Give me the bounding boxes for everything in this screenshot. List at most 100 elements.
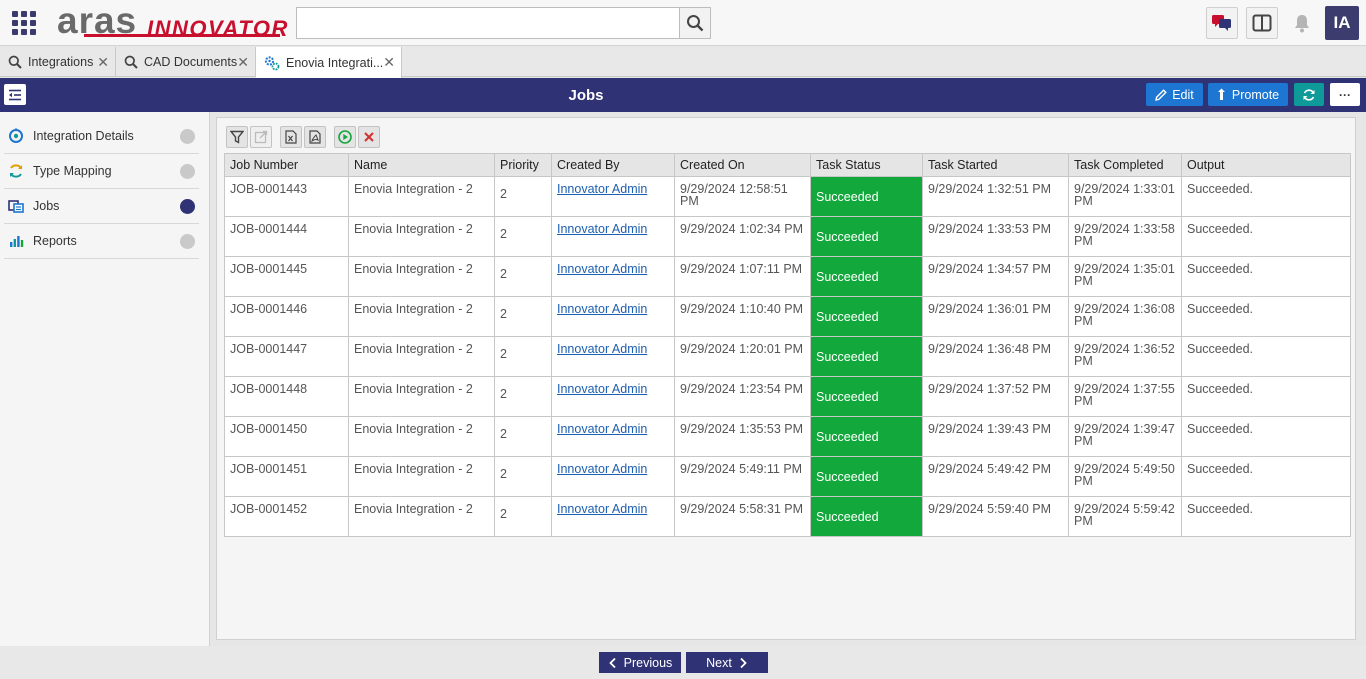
filter-button[interactable] [226, 126, 248, 148]
tab-bar: Integrations ✕ CAD Documents ✕ Enovia In… [0, 47, 1366, 78]
column-header-task-completed[interactable]: Task Completed [1068, 153, 1182, 177]
excel-file-icon [285, 130, 297, 144]
created-by-link[interactable]: Innovator Admin [557, 302, 647, 316]
column-header-priority[interactable]: Priority [494, 153, 552, 177]
column-header-output[interactable]: Output [1181, 153, 1351, 177]
tab-label: Enovia Integrati... [286, 55, 384, 70]
created-by-link[interactable]: Innovator Admin [557, 262, 647, 276]
close-icon[interactable]: ✕ [97, 54, 109, 71]
open-external-icon [254, 130, 268, 144]
cell-created-by: Innovator Admin [551, 216, 675, 257]
cell-output: Succeeded. [1181, 216, 1351, 257]
sidebar-item-integration-details[interactable]: Integration Details [4, 119, 199, 154]
sidebar-item-type-mapping[interactable]: Type Mapping [4, 154, 199, 189]
created-by-link[interactable]: Innovator Admin [557, 182, 647, 196]
created-by-link[interactable]: Innovator Admin [557, 342, 647, 356]
table-row[interactable]: JOB-0001447 Enovia Integration - 2 2 Inn… [224, 336, 1351, 377]
cell-priority: 2 [494, 456, 552, 497]
edit-button[interactable]: Edit [1146, 83, 1203, 106]
cell-output: Succeeded. [1181, 176, 1351, 217]
table-row[interactable]: JOB-0001452 Enovia Integration - 2 2 Inn… [224, 496, 1351, 537]
table-row[interactable]: JOB-0001446 Enovia Integration - 2 2 Inn… [224, 296, 1351, 337]
tab-integrations[interactable]: Integrations ✕ [0, 47, 116, 77]
cell-task-status: Succeeded [810, 216, 923, 257]
created-by-link[interactable]: Innovator Admin [557, 382, 647, 396]
logo-secondary-text: INNOVATOR [147, 16, 289, 41]
app-grid-icon[interactable] [12, 11, 36, 35]
cell-job-number: JOB-0001451 [224, 456, 349, 497]
column-header-created-on[interactable]: Created On [674, 153, 811, 177]
table-row[interactable]: JOB-0001445 Enovia Integration - 2 2 Inn… [224, 256, 1351, 297]
user-avatar[interactable]: IA [1325, 6, 1359, 40]
layout-toggle-button[interactable] [1246, 7, 1278, 39]
gears-icon [264, 55, 280, 70]
more-actions-button[interactable]: ··· [1330, 83, 1360, 106]
close-icon[interactable]: ✕ [237, 54, 249, 71]
cell-output: Succeeded. [1181, 496, 1351, 537]
cell-task-status: Succeeded [810, 176, 923, 217]
cell-task-status: Succeeded [810, 456, 923, 497]
cell-task-started: 9/29/2024 1:36:01 PM [922, 296, 1069, 337]
promote-arrow-icon [1217, 88, 1225, 100]
table-row[interactable]: JOB-0001450 Enovia Integration - 2 2 Inn… [224, 416, 1351, 457]
chevron-left-icon [608, 657, 616, 668]
cell-created-on: 9/29/2024 12:58:51 PM [674, 176, 811, 217]
notifications-button[interactable] [1291, 10, 1313, 36]
cell-task-completed: 9/29/2024 1:36:52 PM [1068, 336, 1182, 377]
previous-button[interactable]: Previous [599, 652, 681, 673]
sidebar-item-indicator [180, 199, 195, 214]
open-item-button[interactable] [250, 126, 272, 148]
cell-priority: 2 [494, 336, 552, 377]
cancel-job-button[interactable] [358, 126, 380, 148]
sidebar-item-indicator [180, 164, 195, 179]
cell-task-started: 9/29/2024 5:49:42 PM [922, 456, 1069, 497]
aras-logo[interactable]: aras INNOVATOR [56, 0, 287, 43]
column-header-task-started[interactable]: Task Started [922, 153, 1069, 177]
cell-created-by: Innovator Admin [551, 376, 675, 417]
export-pdf-button[interactable] [304, 126, 326, 148]
cell-task-started: 9/29/2024 5:59:40 PM [922, 496, 1069, 537]
sidebar-item-label: Integration Details [33, 129, 134, 143]
cell-created-by: Innovator Admin [551, 296, 675, 337]
table-row[interactable]: JOB-0001443 Enovia Integration - 2 2 Inn… [224, 176, 1351, 217]
tab-label: CAD Documents [144, 55, 238, 69]
refresh-button[interactable] [1294, 83, 1324, 106]
jobs-panel: Job Number Name Priority Created By Crea… [216, 117, 1356, 640]
sidebar-item-indicator [180, 129, 195, 144]
run-job-button[interactable] [334, 126, 356, 148]
table-row[interactable]: JOB-0001451 Enovia Integration - 2 2 Inn… [224, 456, 1351, 497]
column-header-task-status[interactable]: Task Status [810, 153, 923, 177]
next-button[interactable]: Next [686, 652, 768, 673]
search-button[interactable] [679, 7, 711, 39]
close-icon[interactable]: ✕ [383, 54, 395, 71]
created-by-link[interactable]: Innovator Admin [557, 462, 647, 476]
column-header-job-number[interactable]: Job Number [224, 153, 349, 177]
cell-task-status: Succeeded [810, 296, 923, 337]
cell-priority: 2 [494, 216, 552, 257]
column-header-name[interactable]: Name [348, 153, 495, 177]
table-row[interactable]: JOB-0001444 Enovia Integration - 2 2 Inn… [224, 216, 1351, 257]
created-by-link[interactable]: Innovator Admin [557, 222, 647, 236]
created-by-link[interactable]: Innovator Admin [557, 502, 647, 516]
mapping-icon [8, 163, 24, 179]
export-excel-button[interactable] [280, 126, 302, 148]
cell-created-on: 9/29/2024 1:35:53 PM [674, 416, 811, 457]
tab-enovia-integration[interactable]: Enovia Integrati... ✕ [256, 47, 402, 78]
created-by-link[interactable]: Innovator Admin [557, 422, 647, 436]
search-icon [687, 15, 704, 32]
discussion-button[interactable] [1206, 7, 1238, 39]
column-header-created-by[interactable]: Created By [551, 153, 675, 177]
cell-priority: 2 [494, 256, 552, 297]
cell-output: Succeeded. [1181, 256, 1351, 297]
sidebar-item-jobs[interactable]: Jobs [4, 189, 199, 224]
global-search-input[interactable] [296, 7, 680, 39]
sidebar-item-reports[interactable]: Reports [4, 224, 199, 259]
tab-label: Integrations [28, 55, 94, 69]
table-row[interactable]: JOB-0001448 Enovia Integration - 2 2 Inn… [224, 376, 1351, 417]
cell-task-status: Succeeded [810, 416, 923, 457]
integration-icon [8, 128, 24, 144]
item-sidebar: Integration Details Type Mapping Jobs Re… [0, 112, 210, 646]
grid-header-row: Job Number Name Priority Created By Crea… [224, 153, 1351, 177]
promote-button[interactable]: Promote [1208, 83, 1288, 106]
tab-cad-documents[interactable]: CAD Documents ✕ [116, 47, 256, 77]
